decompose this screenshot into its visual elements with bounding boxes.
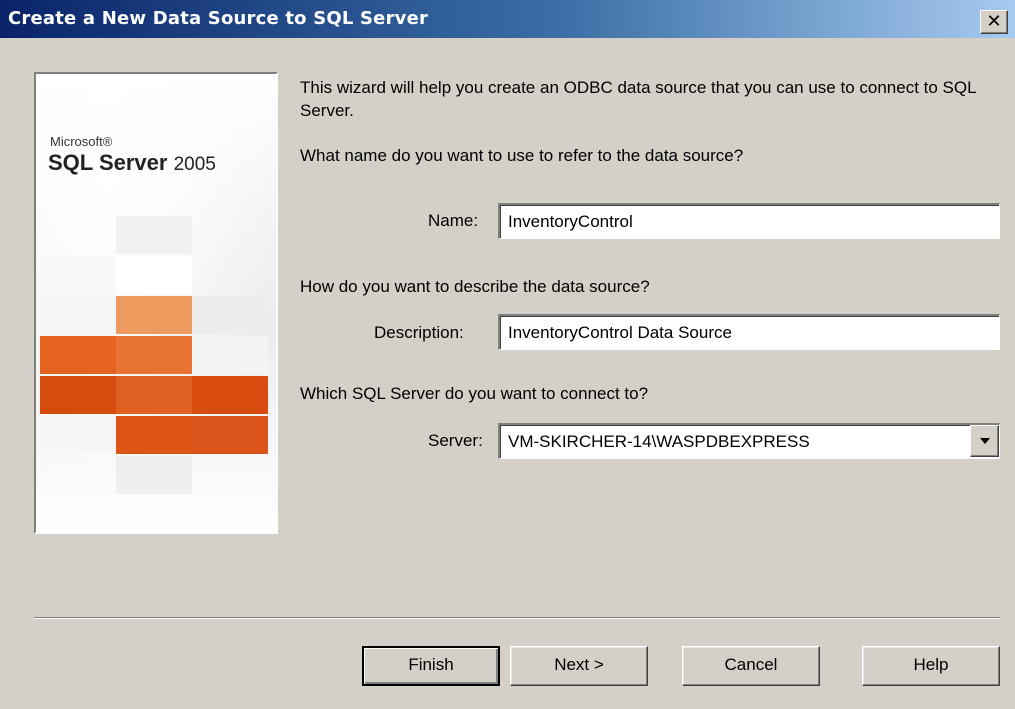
description-label: Description: bbox=[374, 323, 464, 342]
banner-tile bbox=[40, 376, 116, 414]
next-button[interactable]: Next > bbox=[510, 646, 648, 686]
server-label: Server: bbox=[428, 431, 483, 450]
cancel-button[interactable]: Cancel bbox=[682, 646, 820, 686]
banner-tile bbox=[40, 256, 116, 294]
microsoft-logo-text: Microsoft® bbox=[50, 134, 113, 149]
description-input[interactable]: InventoryControl Data Source bbox=[498, 314, 1000, 350]
name-question: What name do you want to use to refer to… bbox=[300, 146, 744, 165]
logo-product-name: SQL Server bbox=[48, 150, 168, 175]
window-title: Create a New Data Source to SQL Server bbox=[8, 8, 429, 29]
banner-tile bbox=[116, 456, 192, 494]
description-question: How do you want to describe the data sou… bbox=[300, 277, 650, 296]
name-label: Name: bbox=[428, 211, 479, 230]
banner-tile bbox=[116, 216, 192, 254]
title-bar: Create a New Data Source to SQL Server ✕ bbox=[0, 0, 1015, 38]
banner-tile bbox=[116, 416, 192, 454]
server-dropdown-button[interactable] bbox=[970, 425, 999, 457]
name-input[interactable]: InventoryControl bbox=[498, 203, 1000, 239]
banner-tile bbox=[40, 416, 116, 454]
banner-tile bbox=[192, 416, 268, 454]
banner-tile bbox=[40, 296, 116, 334]
separator-line-highlight bbox=[34, 618, 1000, 619]
logo-year: 2005 bbox=[173, 154, 216, 175]
server-select[interactable]: VM-SKIRCHER-14\WASPDBEXPRESS bbox=[498, 423, 1000, 459]
banner-tile bbox=[116, 256, 192, 294]
help-button[interactable]: Help bbox=[862, 646, 1000, 686]
banner-tile bbox=[192, 296, 268, 334]
server-question: Which SQL Server do you want to connect … bbox=[300, 384, 649, 403]
banner-tile bbox=[40, 336, 116, 374]
finish-button[interactable]: Finish bbox=[362, 646, 500, 686]
banner-tile bbox=[116, 336, 192, 374]
intro-text: This wizard will help you create an ODBC… bbox=[300, 78, 976, 120]
close-button[interactable]: ✕ bbox=[980, 10, 1008, 34]
close-icon: ✕ bbox=[986, 11, 1002, 32]
chevron-down-icon bbox=[980, 438, 990, 444]
banner-tile bbox=[116, 296, 192, 334]
banner-tile bbox=[192, 376, 268, 414]
sql-server-logo-text: SQL Server 2005 bbox=[48, 150, 216, 176]
banner-tile bbox=[116, 376, 192, 414]
sql-server-banner-image: Microsoft® SQL Server 2005 bbox=[34, 72, 278, 534]
banner-tile bbox=[192, 336, 268, 374]
